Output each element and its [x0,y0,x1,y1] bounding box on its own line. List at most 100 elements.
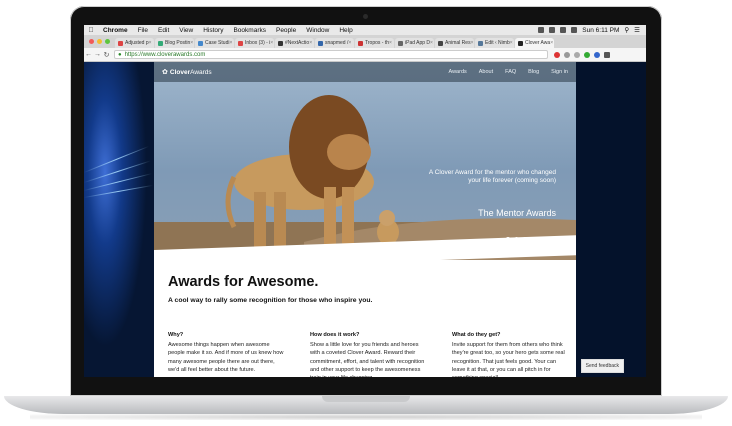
hero-title[interactable]: The Mentor Awards [478,208,556,218]
column-heading: Why? [168,332,184,338]
url-text: https://www.cloverawards.com [124,51,206,58]
tab-clover-awards[interactable]: Clover Awa × [515,38,554,48]
extension-icon[interactable] [574,51,580,58]
docs-icon [158,40,163,46]
column-text: Show a little love for you friends and h… [310,342,425,377]
search-icon[interactable] [564,51,570,58]
hero-caption: A Clover Award for the mentor who change… [428,169,556,184]
column-heading: What do they get? [452,332,501,338]
background-right [576,62,646,377]
nav-links: Awards About FAQ Blog Sign in [449,69,576,75]
status-icon[interactable] [538,27,545,33]
menu-chrome[interactable]: Chrome [98,27,133,34]
nav-sign-in[interactable]: Sign in [551,69,568,75]
clover-icon: ✿ [162,69,168,76]
block-icon[interactable] [554,51,560,58]
close-tab-icon[interactable]: × [550,40,553,46]
tab-label: Blog Postin [165,40,191,46]
tab-label: #NextActio [285,40,310,46]
minimize-window-icon[interactable] [97,39,102,44]
reload-icon[interactable]: ↻ [102,51,111,59]
menu-edit[interactable]: Edit [153,27,174,34]
close-tab-icon[interactable]: × [149,40,152,46]
lion-image [154,95,576,260]
clover-logo[interactable]: ✿ Clover Awards [162,68,212,77]
close-tab-icon[interactable]: × [510,40,513,46]
close-tab-icon[interactable]: × [190,40,193,46]
close-tab-icon[interactable]: × [471,40,474,46]
column-heading: How does it work? [310,332,360,338]
page-icon [278,40,283,46]
tab-label: iPad App D [405,40,431,46]
tab-label: Clover Awa [525,40,551,46]
page-title: Awards for Awesome. [168,274,319,290]
page-subtitle: A cool way to rally some recognition for… [168,297,373,304]
address-bar: ← → ↻ ● https://www.cloverawards.com [84,48,646,62]
wifi-icon[interactable] [560,27,567,33]
hero-banner: ✿ Clover Awards Awards About FAQ Blog Sig… [154,62,576,260]
tab-tropos[interactable]: Tropos - th × [355,38,394,48]
page-icon [318,40,323,46]
lock-icon: ● [118,51,122,58]
tab-gmail[interactable]: Adjusted p × [115,38,154,48]
mac-menubar:  Chrome File Edit View History Bookmark… [84,25,646,35]
list-icon[interactable]: ☰ [634,26,640,34]
close-tab-icon[interactable]: × [229,40,232,46]
menu-help[interactable]: Help [334,27,357,34]
menu-history[interactable]: History [198,27,228,34]
extension-icon[interactable] [594,51,600,58]
nav-blog[interactable]: Blog [528,69,539,75]
logo-light: Awards [190,68,212,76]
battery-icon[interactable] [571,27,578,33]
logo-bold: Clover [169,68,191,76]
page-icon [358,40,363,46]
nav-faq[interactable]: FAQ [505,69,516,75]
tab-animal[interactable]: Animal Res × [435,38,474,48]
column-why: Why? Awesome things happen when awesome … [168,332,284,377]
tab-blog[interactable]: Blog Postin × [155,38,194,48]
apple-icon[interactable]:  [84,27,98,34]
menu-window[interactable]: Window [301,27,334,34]
tab-label: snapmed / [325,40,349,46]
camera-dot [363,14,368,19]
tab-inbox[interactable]: Inbox (3) - i × [235,38,274,48]
close-tab-icon[interactable]: × [348,40,351,46]
close-tab-icon[interactable]: × [430,40,433,46]
bell-icon[interactable] [549,27,556,33]
tab-snapmed[interactable]: snapmed / × [315,38,354,48]
docs-icon [198,40,203,46]
menu-people[interactable]: People [271,27,301,34]
close-tab-icon[interactable]: × [270,40,273,46]
column-text: Awesome things happen when awesome peopl… [168,342,284,373]
clover-icon [518,40,523,46]
close-tab-icon[interactable]: × [309,40,312,46]
nav-awards[interactable]: Awards [449,69,467,75]
menu-view[interactable]: View [174,27,198,34]
forward-icon[interactable]: → [93,51,102,58]
menu-bookmarks[interactable]: Bookmarks [228,27,271,34]
back-icon[interactable]: ← [84,51,93,58]
laptop-shadow [30,414,702,420]
intro-section: Awards for Awesome. A cool way to rally … [168,274,568,304]
tab-nextaction[interactable]: #NextActio × [275,38,314,48]
tab-label: Case Studi [205,40,230,46]
laptop-notch [322,396,410,402]
zoom-window-icon[interactable] [105,39,110,44]
menu-icon[interactable] [604,51,610,58]
column-what: What do they get? Invite support for the… [452,332,568,377]
nav-about[interactable]: About [479,69,493,75]
send-feedback-button[interactable]: Send feedback [580,359,624,373]
close-window-icon[interactable] [89,39,94,44]
extension-icon[interactable] [584,51,590,58]
search-icon[interactable]: ⚲ [624,26,629,34]
site-nav: ✿ Clover Awards Awards About FAQ Blog Sig… [154,62,576,82]
menubar-status: Sun 6:11 PM ⚲ ☰ [538,26,646,34]
tab-edit[interactable]: Edit ‹ Nimb × [475,38,514,48]
clock[interactable]: Sun 6:11 PM [582,27,619,34]
tab-ipad-app[interactable]: iPad App D × [395,38,434,48]
close-tab-icon[interactable]: × [389,40,392,46]
page-icon [478,40,483,46]
tab-case-studies[interactable]: Case Studi × [195,38,234,48]
url-input[interactable]: ● https://www.cloverawards.com [114,50,548,59]
menu-file[interactable]: File [133,27,153,34]
